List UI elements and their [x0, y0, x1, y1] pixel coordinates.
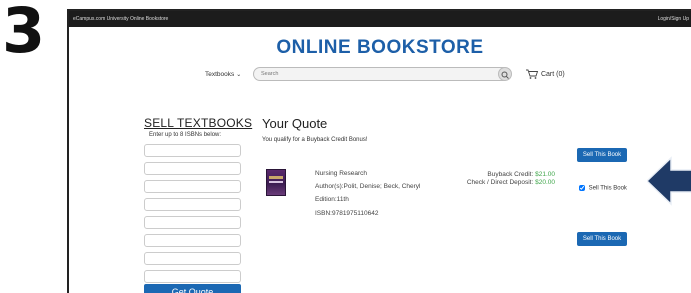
isbn-field-2[interactable]	[144, 162, 241, 175]
book-cover-image	[266, 169, 286, 196]
search-icon	[501, 71, 509, 79]
book-edition: Edition:11th	[315, 196, 349, 203]
sell-this-book-button-bottom[interactable]: Sell This Book	[577, 232, 627, 246]
book-isbn: ISBN:9781975110642	[315, 210, 379, 217]
isbn-field-4[interactable]	[144, 198, 241, 211]
search-input[interactable]: Search	[253, 67, 510, 81]
direct-deposit-label: Check / Direct Deposit:	[466, 179, 534, 186]
direct-deposit: Check / Direct Deposit: $20.00	[459, 179, 555, 186]
browser-screenshot: eCampus.com University Online Bookstore …	[67, 9, 691, 293]
buyback-credit-label: Buyback Credit:	[487, 171, 534, 178]
isbn-field-8[interactable]	[144, 270, 241, 283]
category-select-label: Textbooks	[205, 71, 235, 78]
buyback-credit-value: $21.00	[535, 171, 555, 178]
cart-icon	[526, 69, 539, 79]
isbn-field-1[interactable]	[144, 144, 241, 157]
cart-label: Cart (0)	[540, 70, 565, 78]
isbn-field-5[interactable]	[144, 216, 241, 229]
sell-this-book-checkbox-label: Sell This Book	[588, 185, 627, 192]
login-link[interactable]: Login/Sign Up	[658, 16, 689, 22]
cart-link[interactable]: Cart (0)	[525, 68, 565, 80]
search-placeholder: Search	[261, 71, 279, 77]
book-title[interactable]: Nursing Research	[315, 170, 367, 177]
bonus-message: You qualify for a Buyback Credit Bonus!	[262, 137, 368, 143]
isbn-field-6[interactable]	[144, 234, 241, 247]
sell-this-book-checkbox[interactable]	[579, 185, 585, 191]
sell-this-book-checkbox-row[interactable]: Sell This Book	[579, 185, 627, 192]
sell-instructions: Enter up to 8 ISBNs below:	[149, 132, 222, 138]
sell-textbooks-heading: SELL TEXTBOOKS	[144, 116, 253, 130]
search-button[interactable]	[498, 67, 512, 81]
quote-heading: Your Quote	[262, 116, 328, 131]
get-quote-button[interactable]: Get Quote	[144, 284, 241, 293]
step-number: 3	[2, 0, 46, 67]
top-bar: eCampus.com University Online Bookstore …	[69, 11, 691, 27]
category-select[interactable]: Textbooks ⌄	[205, 71, 241, 78]
pointer-arrow-icon	[647, 156, 691, 206]
sell-this-book-button-top[interactable]: Sell This Book	[577, 148, 627, 162]
direct-deposit-value: $20.00	[535, 179, 555, 186]
isbn-field-7[interactable]	[144, 252, 241, 265]
chevron-down-icon: ⌄	[236, 72, 242, 78]
book-authors: Author(s):Polit, Denise; Beck, Cheryl	[315, 183, 421, 190]
store-title[interactable]: ONLINE BOOKSTORE	[69, 37, 691, 59]
isbn-field-3[interactable]	[144, 180, 241, 193]
site-name[interactable]: eCampus.com University Online Bookstore	[73, 16, 168, 22]
buyback-credit: Buyback Credit: $21.00	[469, 171, 555, 178]
